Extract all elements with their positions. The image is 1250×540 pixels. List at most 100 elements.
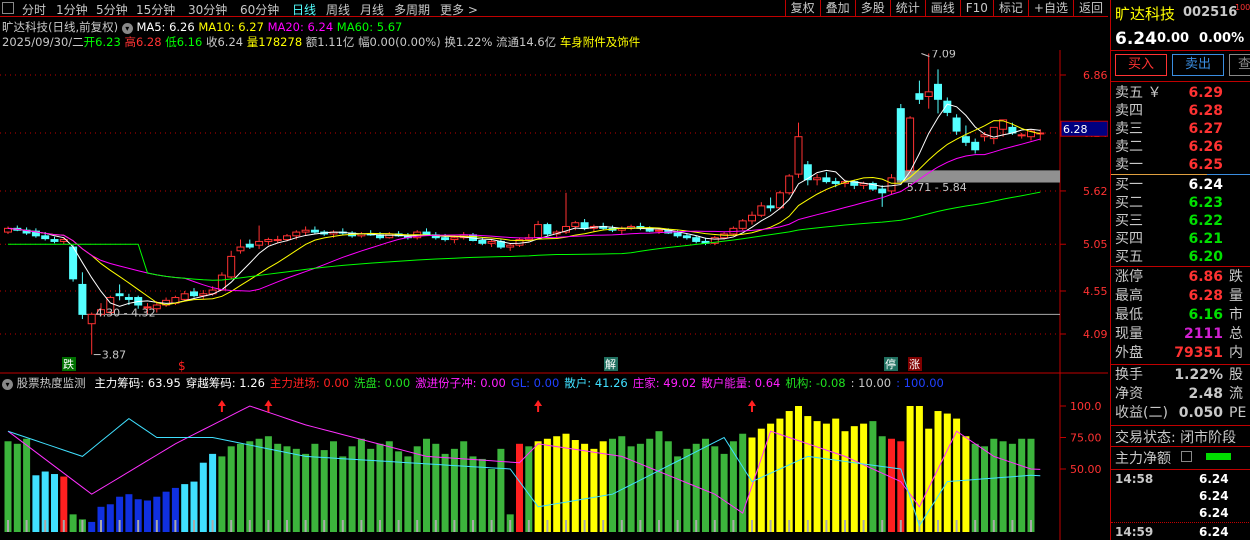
indicator-name[interactable]: 股票热度监测 <box>17 376 86 390</box>
indicator-value: 穿越筹码: 1.26 <box>185 376 265 390</box>
indicator-tick-bar <box>25 520 28 532</box>
candle <box>227 250 236 279</box>
indicator-bar <box>664 441 672 532</box>
chevron-down-icon[interactable]: ▾ <box>2 379 13 390</box>
indicator-bar <box>553 436 561 532</box>
candle <box>738 218 747 231</box>
high-annotation: 7.09 <box>931 50 956 60</box>
tab-period-8[interactable]: 月线 <box>360 1 384 18</box>
indicator-bar <box>711 446 719 532</box>
quote-row: 买一 6.24 <box>1115 176 1250 195</box>
tab-period-3[interactable]: 15分钟 <box>136 1 175 18</box>
row-label: 卖二 <box>1115 139 1143 155</box>
indicator-tick-bar <box>304 520 307 532</box>
candle <box>822 172 831 184</box>
candle <box>785 174 794 195</box>
indicator-value: GL: 0.00 <box>510 376 560 390</box>
tab-period-4[interactable]: 30分钟 <box>188 1 227 18</box>
indicator-value: 主力进场: 0.00 <box>269 376 350 390</box>
price-change: 0.00 <box>1157 31 1190 46</box>
candle <box>878 185 887 207</box>
ma20-label: MA20: 6.24 <box>267 20 334 34</box>
indicator-tick-bar <box>286 520 288 532</box>
row-value: 2.48 <box>1188 386 1223 402</box>
indicator-bar <box>925 428 933 532</box>
quote-row: 卖二 6.26 <box>1115 138 1250 157</box>
panel-toggle-icon[interactable] <box>2 2 14 14</box>
indicator-bar <box>274 443 282 532</box>
row-label: 买五 <box>1115 249 1143 265</box>
toolbar-button-1[interactable]: 叠加 <box>819 0 855 17</box>
indicator-bar <box>4 441 12 532</box>
toolbar-button-8[interactable]: 返回 <box>1072 0 1108 17</box>
indicator-tick-bar <box>44 520 47 532</box>
row-label: 现量 <box>1115 326 1143 342</box>
tab-period-10[interactable]: 更多 > <box>440 1 478 18</box>
toolbar-button-7[interactable]: +自选 <box>1027 0 1073 17</box>
indicator-bar <box>525 446 533 532</box>
sector-link[interactable]: 车身附件及饰件 <box>560 35 641 49</box>
candle <box>682 233 691 240</box>
query-button[interactable]: 查 <box>1229 54 1250 76</box>
tab-period-0[interactable]: 分时 <box>22 1 46 18</box>
candle <box>1036 129 1045 141</box>
quote-row: 涨停 6.86 跌 <box>1115 268 1250 287</box>
quote-row: 收益(二) 0.050 PE <box>1115 404 1250 423</box>
ma10-line <box>7 120 1041 306</box>
indicator-tick-bar <box>862 520 865 532</box>
indicator-axis-label: 75.00 <box>1070 432 1102 445</box>
axis-label: 6.86 <box>1083 69 1108 82</box>
candle <box>190 288 198 298</box>
candle-body <box>245 243 254 248</box>
row-label: 买三 <box>1115 213 1143 229</box>
candle <box>794 122 803 178</box>
indicator-bar <box>720 453 728 532</box>
tick-time: 14:58 <box>1115 472 1154 486</box>
kline-chart[interactable]: 6.866.245.625.054.554.096.287.093.874.30… <box>0 50 1108 540</box>
quote-row: 最低 6.16 市 <box>1115 306 1250 325</box>
tab-period-2[interactable]: 5分钟 <box>96 1 128 18</box>
buy-button[interactable]: 买入 <box>1115 54 1167 76</box>
tab-period-1[interactable]: 1分钟 <box>56 1 88 18</box>
pct-change: 0.00% <box>1199 31 1245 46</box>
indicator-tick-bar <box>695 520 698 532</box>
list-icon[interactable] <box>1181 451 1192 462</box>
chart-tools: 复权 叠加 多股 统计 画线 F10 标记 +自选 返回 <box>784 0 1108 17</box>
indicator-tick-bar <box>155 520 158 532</box>
candle <box>31 228 40 238</box>
toolbar-button-2[interactable]: 多股 <box>854 0 890 17</box>
row-value: 6.27 <box>1188 121 1223 137</box>
indicator-bar <box>395 451 403 532</box>
candle <box>887 174 896 195</box>
indicator-tick-bar <box>676 520 679 532</box>
candle-body <box>906 117 915 171</box>
quote-row: 买四 6.21 <box>1115 230 1250 249</box>
toolbar-button-0[interactable]: 复权 <box>784 0 820 17</box>
toolbar-button-5[interactable]: F10 <box>959 0 993 17</box>
sell-button[interactable]: 卖出 <box>1172 54 1224 76</box>
chart-title: 旷达科技(日线,前复权) <box>2 20 119 34</box>
toolbar-button-3[interactable]: 统计 <box>889 0 925 17</box>
candle <box>896 103 905 182</box>
toolbar-button-4[interactable]: 画线 <box>924 0 960 17</box>
chevron-down-icon[interactable]: ▾ <box>121 23 133 34</box>
candle-body <box>78 283 87 315</box>
indicator-tick-bar <box>602 520 605 532</box>
tab-period-5[interactable]: 60分钟 <box>240 1 279 18</box>
indicator-bar <box>106 504 114 532</box>
indicator-bar <box>915 406 923 532</box>
indicator-tick-bar <box>341 520 344 532</box>
indicator-tick-bar <box>974 520 977 532</box>
indicator-value: : 100.00 <box>896 376 944 390</box>
candle-body <box>301 229 310 233</box>
candle <box>813 174 822 186</box>
toolbar-button-6[interactable]: 标记 <box>992 0 1028 17</box>
tab-period-6[interactable]: 日线 <box>292 1 316 18</box>
indicator-bar <box>869 421 877 532</box>
indicator-axis-label: 50.00 <box>1070 463 1102 476</box>
tab-period-7[interactable]: 周线 <box>326 1 350 18</box>
candle-body <box>180 293 189 300</box>
indicator-bar <box>981 446 988 532</box>
candle-body <box>41 235 50 240</box>
tab-period-9[interactable]: 多周期 <box>394 1 430 18</box>
